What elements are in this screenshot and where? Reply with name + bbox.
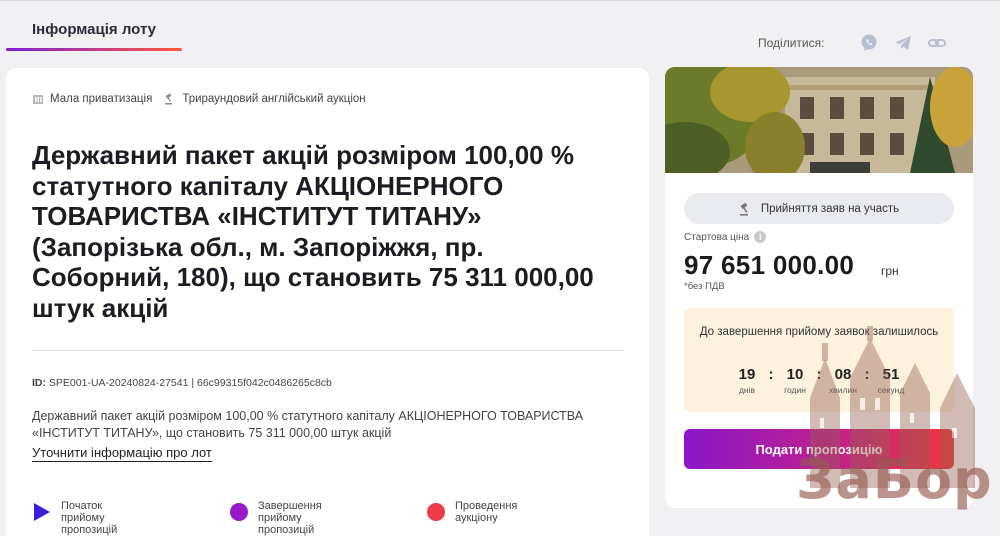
stage-offers-end: Завершення прийому пропозицій [229, 500, 330, 536]
top-bar: Інформація лоту Поділитися: [0, 0, 1000, 56]
price-currency: грн [881, 264, 899, 278]
countdown-minutes-unit: хвилин [829, 385, 857, 395]
telegram-icon[interactable] [892, 32, 914, 54]
gavel-icon [164, 93, 176, 105]
stage-auction: Проведення аукціону [426, 500, 527, 524]
countdown-hours: 10 годин [778, 366, 812, 395]
lot-description: Державний пакет акцій розміром 100,00 % … [32, 409, 584, 440]
bid-card: Прийняття заяв на участь Стартова ціна i… [665, 67, 973, 508]
countdown-separator: : [864, 366, 870, 383]
share-bar: Поділитися: [758, 31, 960, 55]
countdown-minutes-value: 08 [834, 366, 852, 383]
gavel-icon [739, 202, 753, 216]
clarify-lot-info-link[interactable]: Уточнити інформацію про лот [32, 445, 212, 462]
submit-offer-button[interactable]: Подати пропозицію [684, 429, 954, 469]
countdown-days-value: 19 [738, 366, 756, 383]
lot-photo [665, 67, 973, 173]
starting-price-value: 97 651 000.00 [684, 250, 855, 280]
tab-label: Інформація лоту [32, 21, 157, 38]
lot-details-card: Мала приватизація Трираундовий англійськ… [6, 68, 649, 536]
viber-icon[interactable] [858, 32, 880, 54]
tag-auction-type-label: Трираундовий англійський аукціон [182, 93, 366, 105]
countdown-days-unit: днів [738, 385, 756, 395]
countdown-seconds-unit: секунд [877, 385, 905, 395]
building-icon [32, 93, 44, 105]
lot-id-label: ID: [32, 377, 46, 389]
accepting-applications-status-button[interactable]: Прийняття заяв на участь [684, 193, 954, 224]
countdown-hours-unit: годин [784, 385, 806, 395]
lot-title: Державний пакет акцій розміром 100,00 % … [32, 140, 594, 323]
countdown-separator: : [768, 366, 774, 383]
countdown-separator: : [816, 366, 822, 383]
play-triangle-icon [32, 502, 52, 522]
countdown-title: До завершення прийому заявок залишилось [699, 326, 939, 338]
share-label: Поділитися: [758, 36, 825, 50]
stage-label: Початок прийому пропозицій [61, 500, 118, 536]
stage-label: Завершення прийому пропозицій [258, 500, 322, 536]
stage-circle-icon [426, 502, 446, 522]
countdown-hours-value: 10 [786, 366, 804, 383]
tab-lot-info[interactable]: Інформація лоту [6, 3, 182, 51]
countdown-days: 19 днів [730, 366, 764, 395]
vat-note: *без ПДВ [684, 281, 725, 292]
starting-price-label-text: Стартова ціна [684, 231, 750, 243]
status-button-label: Прийняття заяв на участь [760, 202, 900, 215]
tag-privatization: Мала приватизація [32, 93, 152, 105]
lot-id: ID: SPE001-UA-20240824-27541 | 66c99315f… [32, 377, 332, 389]
lot-id-value: SPE001-UA-20240824-27541 | 66c99315f042c… [48, 377, 332, 389]
tag-privatization-label: Мала приватизація [50, 93, 153, 105]
countdown-minutes: 08 хвилин [826, 366, 860, 395]
stage-offers-start: Початок прийому пропозицій [32, 500, 133, 536]
lot-tags: Мала приватизація Трираундовий англійськ… [32, 93, 378, 105]
divider [32, 350, 624, 351]
tag-auction-type: Трираундовий англійський аукціон [164, 93, 366, 105]
stage-circle-icon [229, 502, 249, 522]
info-icon[interactable]: i [754, 231, 767, 243]
countdown-values: 19 днів : 10 годин : 08 хвилин : 51 секу… [684, 366, 954, 395]
countdown-timer: До завершення прийому заявок залишилось … [684, 308, 954, 412]
link-icon[interactable] [926, 32, 948, 54]
starting-price-label: Стартова ціна i [684, 231, 767, 243]
countdown-seconds-value: 51 [882, 366, 900, 383]
stage-label: Проведення аукціону [455, 500, 518, 524]
active-tab-indicator [6, 48, 182, 51]
countdown-seconds: 51 секунд [874, 366, 908, 395]
